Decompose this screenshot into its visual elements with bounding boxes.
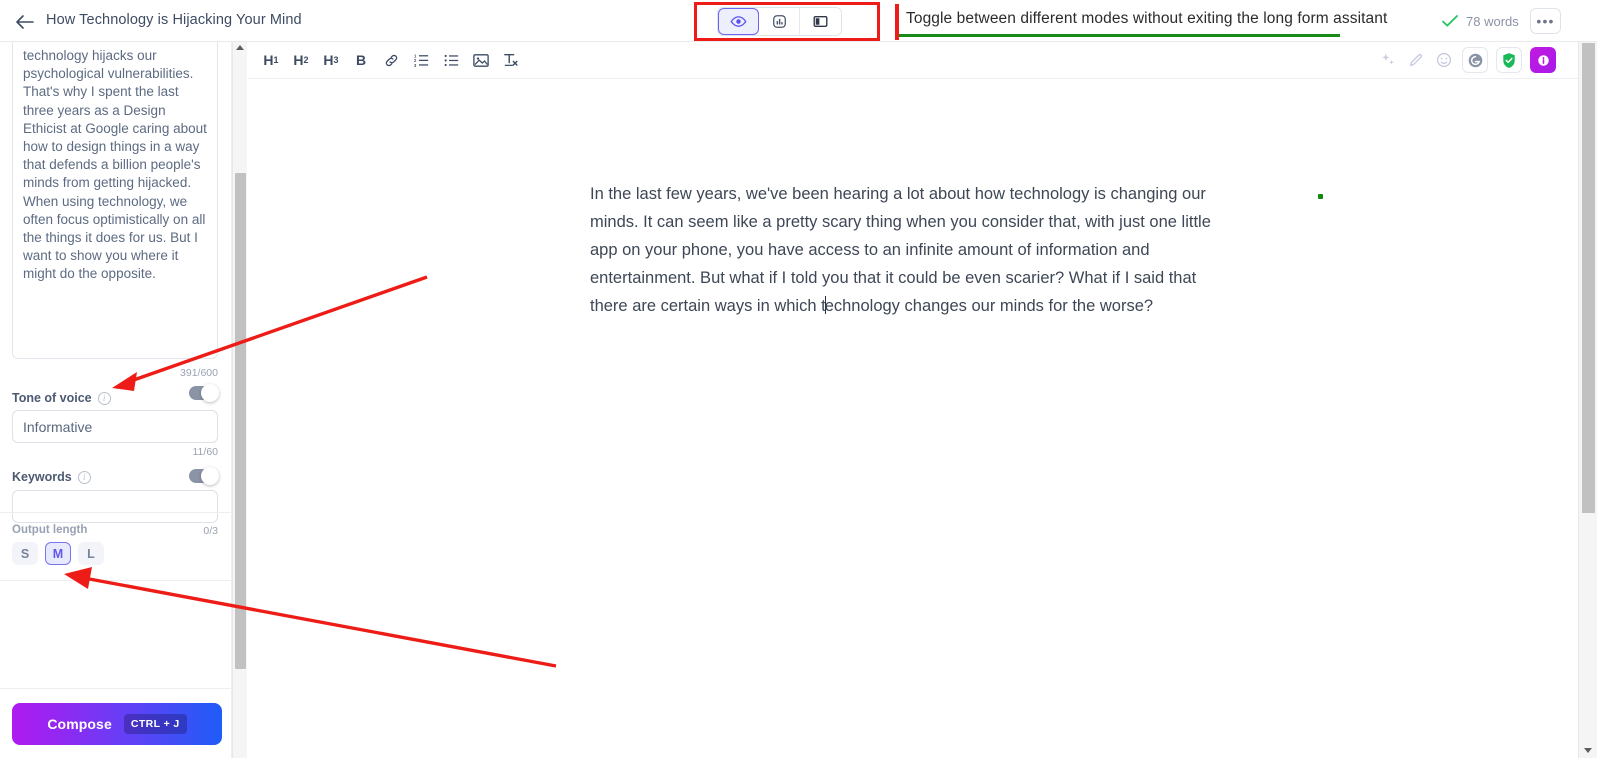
mode-button-stats[interactable] bbox=[759, 8, 800, 35]
compose-footer: Compose CTRL + J bbox=[0, 688, 231, 758]
page-title: How Technology is Hijacking Your Mind bbox=[46, 12, 302, 28]
pencil-icon[interactable] bbox=[1406, 50, 1426, 70]
output-length-group: S M L bbox=[12, 542, 104, 565]
numbered-list-icon[interactable]: 1 2 3 bbox=[408, 47, 434, 73]
image-icon[interactable] bbox=[468, 47, 494, 73]
long-form-assistant-sidebar: technology hijacks our psychological vul… bbox=[0, 42, 232, 758]
tone-of-voice-label: Tone of voice bbox=[12, 391, 92, 405]
document-body[interactable]: In the last few years, we've been hearin… bbox=[248, 79, 1578, 758]
compose-button[interactable]: Compose CTRL + J bbox=[12, 703, 222, 745]
scroll-down-arrow-icon[interactable] bbox=[1584, 748, 1592, 753]
keywords-toggle[interactable] bbox=[189, 467, 219, 485]
tone-of-voice-toggle[interactable] bbox=[189, 384, 219, 402]
heading-1-icon[interactable]: H1 bbox=[258, 47, 284, 73]
info-circle-icon[interactable]: i bbox=[77, 470, 91, 484]
keywords-input[interactable] bbox=[12, 490, 218, 523]
green-shield-check-icon[interactable] bbox=[1496, 47, 1522, 73]
clear-formatting-icon[interactable] bbox=[498, 47, 524, 73]
brief-char-counter: 391/600 bbox=[180, 367, 218, 379]
bullet-list-icon[interactable] bbox=[438, 47, 464, 73]
word-count-label: 78 words bbox=[1466, 14, 1519, 29]
sidebar-divider-top bbox=[0, 512, 231, 513]
keywords-counter: 0/3 bbox=[203, 525, 218, 537]
green-dot-marker bbox=[1318, 194, 1323, 199]
annotation-callout-text: Toggle between different modes without e… bbox=[906, 10, 1388, 27]
sidebar-divider-bottom bbox=[0, 580, 231, 581]
annotation-green-underline bbox=[899, 34, 1340, 37]
keywords-label: Keywords bbox=[12, 470, 72, 484]
compose-button-label: Compose bbox=[47, 716, 112, 732]
emoji-icon[interactable] bbox=[1434, 50, 1454, 70]
mode-button-split[interactable] bbox=[800, 8, 841, 35]
info-circle-icon[interactable]: i bbox=[97, 391, 111, 405]
editor-pane: H1 H2 H3 B 1 2 3 In the last few years, … bbox=[248, 42, 1578, 758]
saved-check-icon bbox=[1441, 13, 1459, 29]
tone-char-counter: 11/60 bbox=[192, 446, 219, 458]
formatting-toolbar: H1 H2 H3 B 1 2 3 bbox=[248, 42, 1578, 79]
heading-2-icon[interactable]: H2 bbox=[288, 47, 314, 73]
purple-extension-icon[interactable] bbox=[1530, 47, 1556, 73]
eye-icon bbox=[730, 16, 747, 27]
document-paragraph[interactable]: In the last few years, we've been hearin… bbox=[590, 180, 1220, 320]
tone-of-voice-label-row: Tone of voice i bbox=[12, 391, 111, 405]
tone-of-voice-input[interactable] bbox=[12, 410, 218, 443]
page-scrollbar-thumb[interactable] bbox=[1582, 43, 1595, 513]
app-root: How Technology is Hijacking Your Mind 78… bbox=[0, 0, 1597, 758]
link-icon[interactable] bbox=[378, 47, 404, 73]
svg-text:3: 3 bbox=[414, 62, 417, 67]
mode-button-preview[interactable] bbox=[718, 8, 759, 35]
output-length-m[interactable]: M bbox=[45, 542, 71, 565]
more-options-button[interactable]: ••• bbox=[1530, 8, 1561, 34]
keywords-label-row: Keywords i bbox=[12, 470, 91, 484]
grammarly-g-icon[interactable] bbox=[1462, 47, 1488, 73]
brief-textarea[interactable]: technology hijacks our psychological vul… bbox=[12, 42, 218, 359]
bold-icon[interactable]: B bbox=[348, 47, 374, 73]
compose-shortcut-badge: CTRL + J bbox=[123, 714, 187, 734]
brief-text-content: technology hijacks our psychological vul… bbox=[23, 48, 211, 282]
mode-toggle-group bbox=[717, 7, 842, 36]
output-length-label: Output length bbox=[12, 524, 88, 536]
split-panel-icon bbox=[813, 16, 828, 27]
back-arrow-icon[interactable] bbox=[13, 10, 37, 34]
paragraph-text-before-caret: In the last few years, we've been hearin… bbox=[590, 185, 1211, 315]
sidebar-scrollbar-thumb[interactable] bbox=[235, 173, 246, 669]
page-scrollbar[interactable] bbox=[1578, 42, 1597, 758]
chart-box-icon bbox=[772, 15, 786, 28]
sparkle-icon[interactable] bbox=[1378, 50, 1398, 70]
output-length-s[interactable]: S bbox=[12, 542, 38, 565]
paragraph-text-after-caret: echnology changes our minds for the wors… bbox=[824, 297, 1154, 315]
editor-right-tools bbox=[1378, 47, 1556, 73]
output-length-l[interactable]: L bbox=[78, 542, 104, 565]
sidebar-scrollbar[interactable] bbox=[232, 42, 247, 758]
heading-3-icon[interactable]: H3 bbox=[318, 47, 344, 73]
scroll-up-arrow-icon[interactable] bbox=[236, 45, 244, 50]
